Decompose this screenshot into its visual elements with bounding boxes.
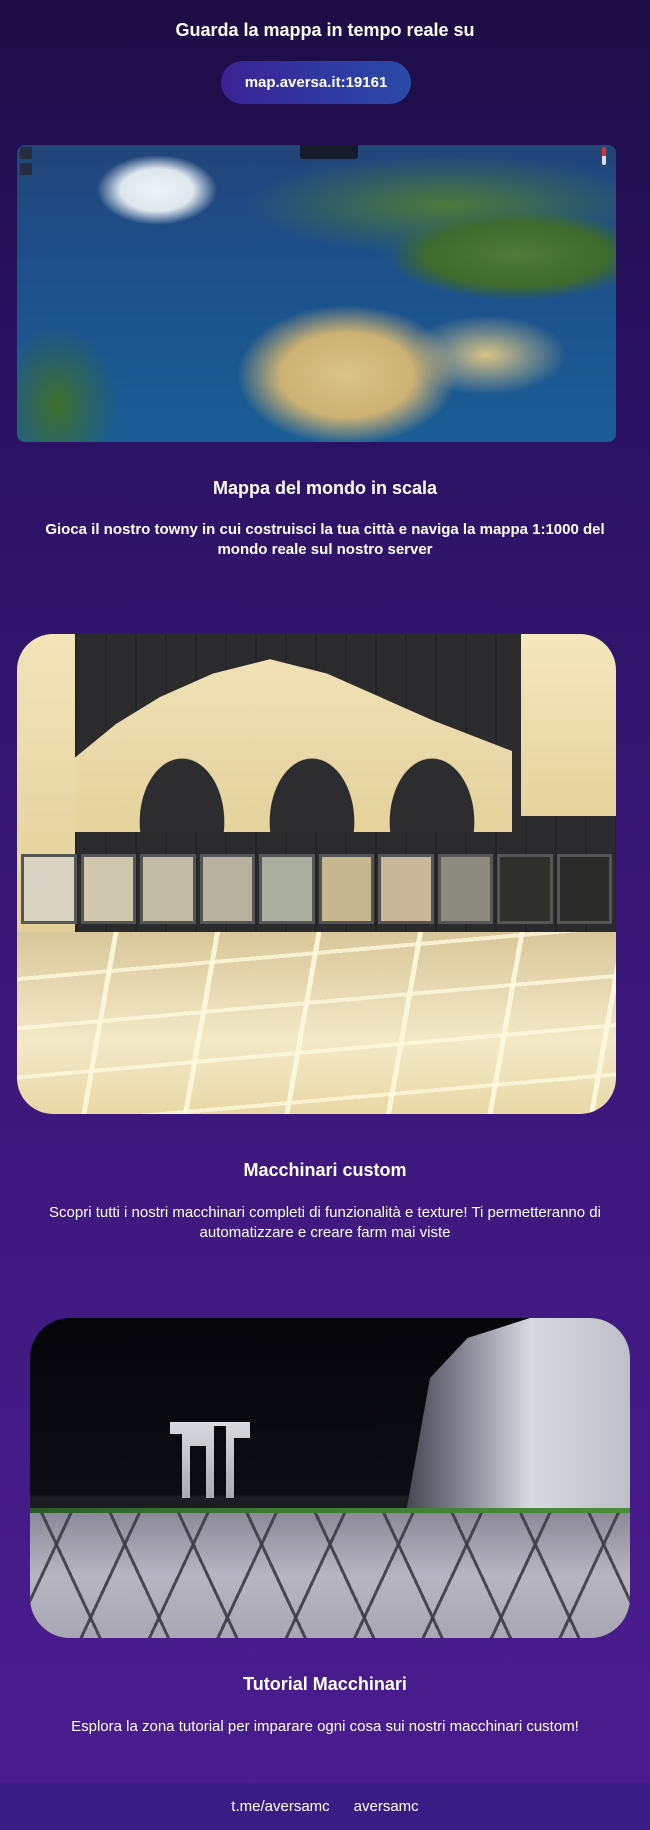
map-layers-icon[interactable]: [20, 163, 32, 175]
footer-link-aversamc[interactable]: aversamc: [354, 1798, 419, 1815]
section-description-world-map: Gioca il nostro towny in cui costruisci …: [45, 521, 605, 558]
section-description-custom-machines: Scopri tutti i nostri macchinari complet…: [49, 1204, 601, 1241]
world-map-image: [17, 145, 616, 442]
tutorial-ruin: [170, 1422, 250, 1498]
custom-machines-image: [17, 634, 616, 1114]
machine-block: [21, 854, 77, 924]
machine-block: [80, 854, 136, 924]
section-description-tutorial: Esplora la zona tutorial per imparare og…: [71, 1718, 579, 1735]
tutorial-floor: [30, 1513, 630, 1638]
machine-block: [199, 854, 255, 924]
section-title-world-map: Mappa del mondo in scala: [212, 478, 438, 498]
machine-block: [318, 854, 374, 924]
section-title-tutorial: Tutorial Macchinari: [243, 1674, 407, 1694]
machine-block: [140, 854, 196, 924]
compass-icon: [602, 147, 606, 165]
machine-floor: [17, 931, 616, 1114]
section-title-custom-machines: Macchinari custom: [243, 1160, 407, 1180]
map-zoom-icon[interactable]: [20, 147, 32, 159]
footer-link-telegram[interactable]: t.me/aversamc: [231, 1798, 329, 1815]
machine-pillar-right: [521, 634, 616, 817]
tutorial-area-image: [30, 1318, 630, 1638]
map-toolbar: [300, 145, 358, 159]
machine-block: [259, 854, 315, 924]
footer: t.me/aversamc aversamc: [0, 1783, 650, 1830]
machine-block: [437, 854, 493, 924]
map-link-button[interactable]: map.aversa.it:19161: [221, 61, 411, 104]
machine-block: [556, 854, 612, 924]
hero-title: Guarda la mappa in tempo reale su: [175, 20, 475, 40]
tutorial-building: [405, 1318, 630, 1518]
machine-block: [378, 854, 434, 924]
machine-block: [497, 854, 553, 924]
